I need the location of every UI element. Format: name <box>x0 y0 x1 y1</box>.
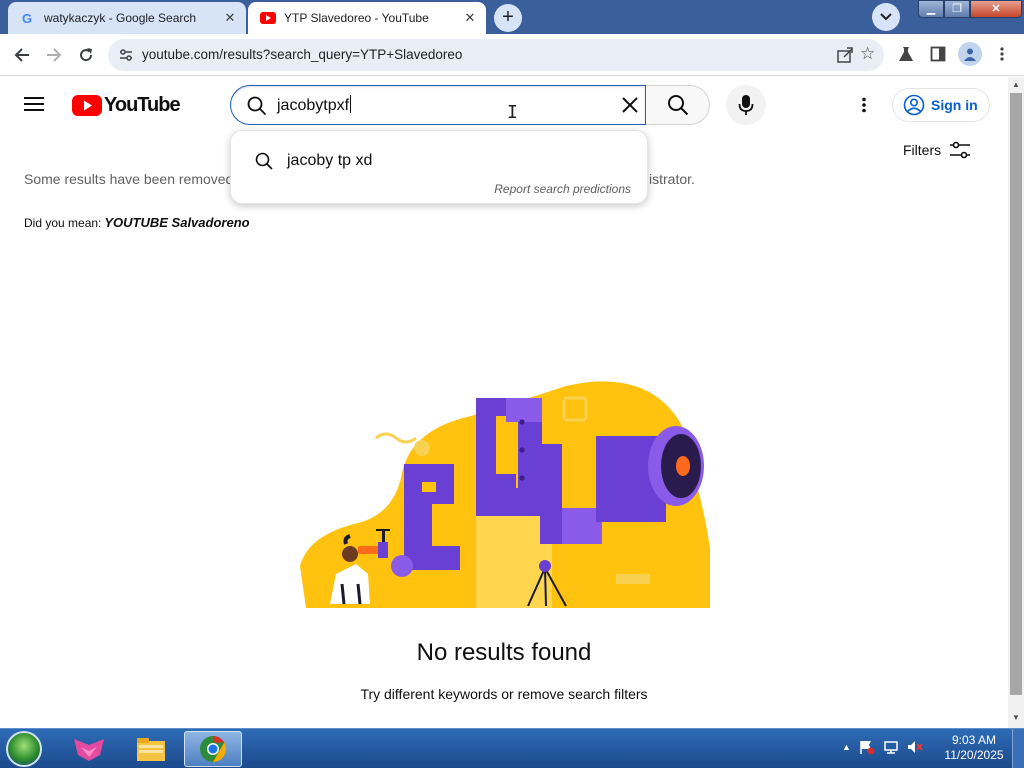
volume-muted-icon[interactable] <box>907 739 923 755</box>
filters-button[interactable]: Filters <box>903 140 971 160</box>
close-tab-icon[interactable]: ✕ <box>462 10 478 26</box>
reload-icon <box>80 48 93 62</box>
no-results-subtitle: Try different keywords or remove search … <box>360 686 648 702</box>
network-icon[interactable] <box>883 739 899 755</box>
did-you-mean-link[interactable]: YOUTUBE Salvadoreno <box>104 215 249 230</box>
back-button[interactable] <box>8 41 36 69</box>
system-tray: ▲ <box>842 739 923 755</box>
removed-results-notice-end: istrator. <box>649 171 695 187</box>
tab-title: YTP Slavedoreo - YouTube <box>284 11 429 25</box>
kebab-menu-icon <box>862 97 866 113</box>
forward-button[interactable] <box>40 41 68 69</box>
removed-results-notice: Some results have been removed <box>24 171 234 187</box>
extensions-button[interactable] <box>894 42 918 66</box>
minimize-button[interactable]: ▁ <box>918 0 944 18</box>
no-results-title: No results found <box>416 639 592 666</box>
scrollbar-thumb[interactable] <box>1010 93 1022 695</box>
search-icon <box>247 96 267 116</box>
google-icon: G <box>20 10 36 26</box>
sign-in-button[interactable]: Sign in <box>892 88 990 122</box>
youtube-play-icon <box>72 95 102 116</box>
sign-in-label: Sign in <box>931 97 978 113</box>
did-you-mean: Did you mean: YOUTUBE Salvadoreno <box>24 215 250 230</box>
maximize-button[interactable]: ❐ <box>944 0 970 18</box>
start-button[interactable] <box>6 731 42 767</box>
browser-menu-button[interactable] <box>990 42 1014 66</box>
tune-icon <box>950 141 971 159</box>
window-controls: ▁ ❐ ✕ <box>918 0 1022 18</box>
arrow-left-icon <box>14 48 29 62</box>
settings-menu-button[interactable] <box>852 93 876 117</box>
profile-button[interactable] <box>958 42 982 66</box>
taskbar-app-file-manager[interactable] <box>122 731 180 767</box>
suggestion-text: jacoby tp xd <box>287 152 373 169</box>
tab-google-search[interactable]: G watykaczyk - Google Search ✕ <box>8 2 246 34</box>
side-panel-button[interactable] <box>926 42 950 66</box>
reload-button[interactable] <box>72 41 100 69</box>
clock-time: 9:03 AM <box>951 733 997 747</box>
bookmark-star-icon[interactable]: ☆ <box>860 44 875 64</box>
page-scrollbar[interactable]: ▲ ▼ <box>1008 77 1024 728</box>
share-icon[interactable] <box>836 46 854 64</box>
search-icon <box>667 95 688 116</box>
clear-search-icon[interactable] <box>619 94 641 116</box>
arrow-right-icon <box>47 48 62 62</box>
address-bar[interactable]: youtube.com/results?search_query=YTP+Sla… <box>108 39 884 71</box>
fox-app-icon <box>74 739 104 761</box>
suggestion-item[interactable]: jacoby tp xd <box>231 147 647 175</box>
kebab-menu-icon <box>1000 47 1004 61</box>
tab-strip: G watykaczyk - Google Search ✕ YTP Slave… <box>0 0 1024 34</box>
side-panel-icon <box>930 46 946 62</box>
chrome-icon <box>200 735 227 763</box>
person-icon <box>964 48 976 61</box>
taskbar-app-chrome[interactable] <box>184 731 242 767</box>
tab-search-button[interactable] <box>872 3 900 31</box>
new-tab-button[interactable]: + <box>494 4 522 32</box>
site-info-icon[interactable] <box>118 47 134 63</box>
system-clock[interactable]: 9:03 AM 11/20/2025 <box>940 733 1008 763</box>
youtube-logo[interactable]: YouTube <box>72 94 181 117</box>
search-input[interactable]: jacobytpxf <box>230 85 646 125</box>
tab-title: watykaczyk - Google Search <box>44 11 197 25</box>
i-beam-cursor-icon: I <box>507 102 518 123</box>
guide-menu-button[interactable] <box>24 95 44 118</box>
tab-youtube[interactable]: YTP Slavedoreo - YouTube ✕ <box>248 2 486 34</box>
close-tab-icon[interactable]: ✕ <box>222 10 238 26</box>
youtube-icon <box>260 10 276 26</box>
flask-icon <box>899 47 913 61</box>
no-results-illustration <box>300 381 710 608</box>
show-desktop-button[interactable] <box>1012 729 1024 768</box>
text-caret <box>350 95 352 113</box>
youtube-wordmark: YouTube <box>104 94 181 116</box>
scroll-down-icon[interactable]: ▼ <box>1012 713 1020 722</box>
youtube-results-page: YouTube jacobytpxf Sign in Filters Some … <box>0 77 1008 728</box>
report-predictions-link[interactable]: Report search predictions <box>494 182 631 196</box>
taskbar-app-explorer[interactable] <box>60 731 118 767</box>
microphone-icon <box>738 95 754 115</box>
show-hidden-icons-icon[interactable]: ▲ <box>842 742 851 752</box>
action-center-flag-icon[interactable] <box>859 739 875 755</box>
filters-label: Filters <box>903 142 942 158</box>
search-suggestions-dropdown: jacoby tp xd Report search predictions <box>230 130 648 204</box>
scroll-up-icon[interactable]: ▲ <box>1012 80 1020 89</box>
search-icon <box>255 152 273 170</box>
chevron-down-icon <box>880 13 892 21</box>
close-window-button[interactable]: ✕ <box>970 0 1022 18</box>
hamburger-icon <box>24 97 44 111</box>
svg-text:G: G <box>22 11 32 25</box>
account-circle-icon <box>903 94 925 116</box>
folder-icon <box>137 738 165 761</box>
search-query-text: jacobytpxf <box>277 95 352 114</box>
voice-search-button[interactable] <box>726 85 766 125</box>
did-you-mean-label: Did you mean: <box>24 216 102 230</box>
url-text[interactable]: youtube.com/results?search_query=YTP+Sla… <box>142 47 462 62</box>
clock-date: 11/20/2025 <box>944 748 1004 762</box>
browser-toolbar: youtube.com/results?search_query=YTP+Sla… <box>0 34 1024 76</box>
search-button[interactable] <box>646 85 710 125</box>
windows-taskbar: ▲ 9:03 AM 11/20/2025 <box>0 728 1024 768</box>
